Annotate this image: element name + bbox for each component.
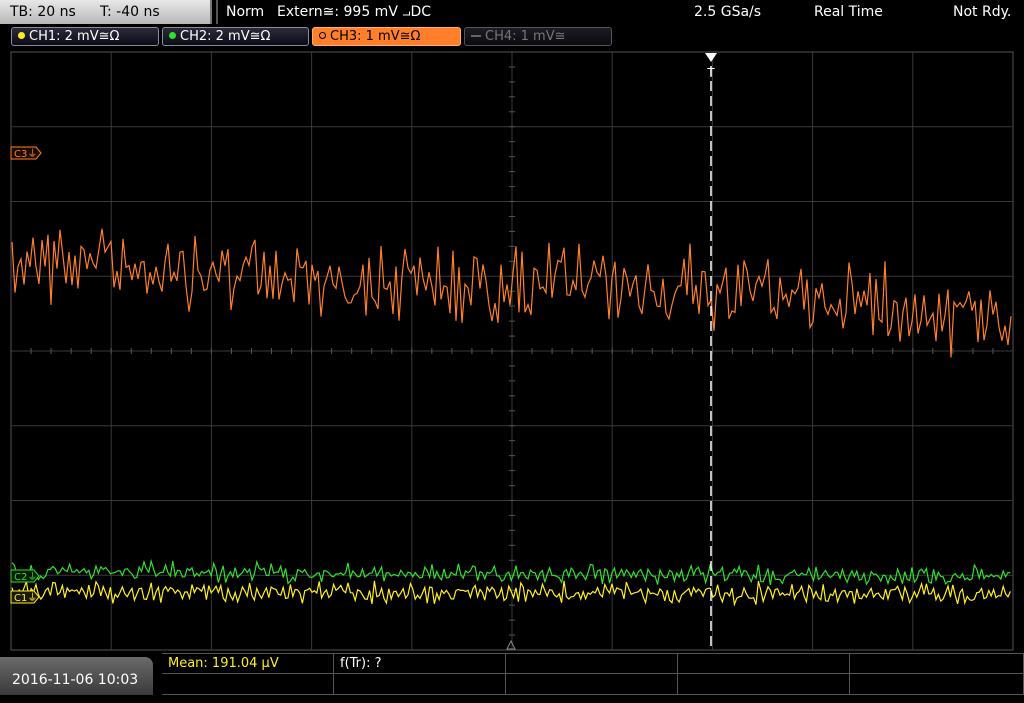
measurement-rise-freq[interactable]: f(Tr): ? xyxy=(334,653,506,674)
ch1-ground-marker[interactable]: C1⏚ xyxy=(10,590,40,604)
ch3-ground-label: C3⏚ xyxy=(14,148,37,160)
measurement-slot-5[interactable] xyxy=(850,653,1024,674)
datetime-display: 2016-11-06 10:03 xyxy=(0,657,153,695)
measurement-grid: Mean: 191.04 µV f(Tr): ? xyxy=(162,653,1024,695)
measurement-slot-3[interactable] xyxy=(506,653,678,674)
ch2-ground-marker[interactable]: C2⏚ xyxy=(10,569,40,583)
bottom-status-bar: 2016-11-06 10:03 Mean: 191.04 µV f(Tr): … xyxy=(0,653,1024,695)
measurement-slot-7[interactable] xyxy=(334,674,506,695)
ch1-ground-label: C1⏚ xyxy=(14,592,37,604)
waveform-display[interactable]: T C3⏚ C2⏚ C1⏚ xyxy=(0,0,1024,695)
measurement-rise-freq-label: f(Tr): ? xyxy=(340,656,382,671)
ch2-ground-label: C2⏚ xyxy=(14,571,37,583)
measurement-slot-9[interactable] xyxy=(678,674,850,695)
measurement-slot-4[interactable] xyxy=(678,653,850,674)
measurement-mean[interactable]: Mean: 191.04 µV xyxy=(162,653,334,674)
trigger-marker-label: T xyxy=(706,66,715,80)
measurement-slot-8[interactable] xyxy=(506,674,678,695)
measurement-slot-10[interactable] xyxy=(850,674,1024,695)
ch3-ground-marker[interactable]: C3⏚ xyxy=(10,146,42,160)
graticule xyxy=(10,51,1014,651)
measurement-slot-6[interactable] xyxy=(162,674,334,695)
measurement-mean-label: Mean: 191.04 µV xyxy=(168,656,279,671)
